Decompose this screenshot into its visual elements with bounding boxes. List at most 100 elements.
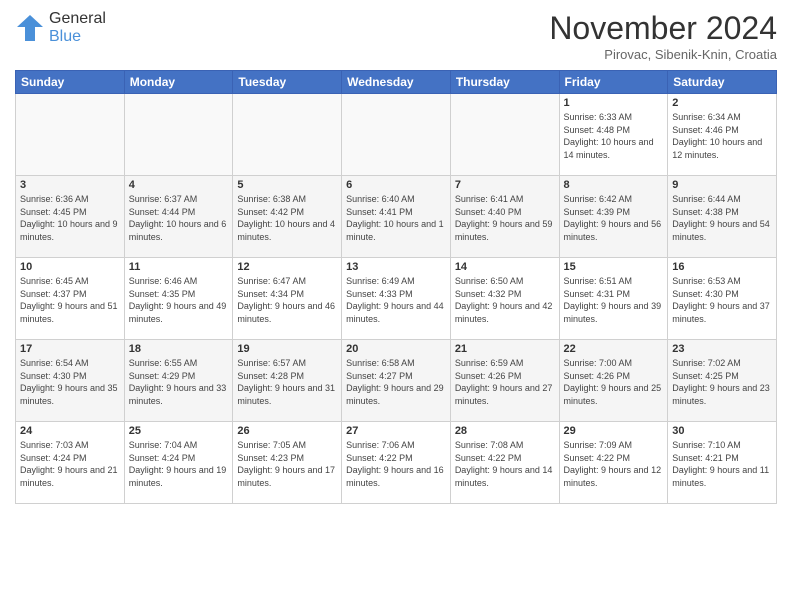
day-number: 3 bbox=[20, 179, 120, 191]
page-container: General Blue November 2024 Pirovac, Sibe… bbox=[0, 0, 792, 612]
calendar-cell-3-2: 19 Sunrise: 6:57 AM Sunset: 4:28 PM Dayli… bbox=[233, 340, 342, 422]
day-info: Sunrise: 6:44 AM Sunset: 4:38 PM Dayligh… bbox=[672, 193, 772, 243]
calendar-cell-1-3: 6 Sunrise: 6:40 AM Sunset: 4:41 PM Daylig… bbox=[342, 176, 451, 258]
week-row-0: 1 Sunrise: 6:33 AM Sunset: 4:48 PM Daylig… bbox=[16, 94, 777, 176]
location: Pirovac, Sibenik-Knin, Croatia bbox=[549, 47, 777, 62]
calendar-cell-1-6: 9 Sunrise: 6:44 AM Sunset: 4:38 PM Daylig… bbox=[668, 176, 777, 258]
day-number: 25 bbox=[129, 425, 229, 437]
day-info: Sunrise: 7:05 AM Sunset: 4:23 PM Dayligh… bbox=[237, 439, 337, 489]
calendar-cell-3-4: 21 Sunrise: 6:59 AM Sunset: 4:26 PM Dayli… bbox=[450, 340, 559, 422]
day-info: Sunrise: 6:58 AM Sunset: 4:27 PM Dayligh… bbox=[346, 357, 446, 407]
logo-icon bbox=[15, 13, 45, 43]
calendar-cell-2-1: 11 Sunrise: 6:46 AM Sunset: 4:35 PM Dayli… bbox=[124, 258, 233, 340]
header-thursday: Thursday bbox=[450, 71, 559, 94]
day-info: Sunrise: 7:06 AM Sunset: 4:22 PM Dayligh… bbox=[346, 439, 446, 489]
day-number: 13 bbox=[346, 261, 446, 273]
header-saturday: Saturday bbox=[668, 71, 777, 94]
day-number: 8 bbox=[564, 179, 664, 191]
calendar-cell-4-1: 25 Sunrise: 7:04 AM Sunset: 4:24 PM Dayli… bbox=[124, 422, 233, 504]
day-number: 7 bbox=[455, 179, 555, 191]
week-row-3: 17 Sunrise: 6:54 AM Sunset: 4:30 PM Dayli… bbox=[16, 340, 777, 422]
day-info: Sunrise: 6:54 AM Sunset: 4:30 PM Dayligh… bbox=[20, 357, 120, 407]
day-number: 27 bbox=[346, 425, 446, 437]
day-number: 17 bbox=[20, 343, 120, 355]
day-number: 5 bbox=[237, 179, 337, 191]
day-number: 2 bbox=[672, 97, 772, 109]
day-info: Sunrise: 6:49 AM Sunset: 4:33 PM Dayligh… bbox=[346, 275, 446, 325]
calendar-cell-2-3: 13 Sunrise: 6:49 AM Sunset: 4:33 PM Dayli… bbox=[342, 258, 451, 340]
calendar-cell-2-0: 10Sunrise: 6:45 AM Sunset: 4:37 PM Dayli… bbox=[16, 258, 125, 340]
day-info: Sunrise: 6:36 AM Sunset: 4:45 PM Dayligh… bbox=[20, 193, 120, 243]
day-info: Sunrise: 7:02 AM Sunset: 4:25 PM Dayligh… bbox=[672, 357, 772, 407]
day-number: 19 bbox=[237, 343, 337, 355]
calendar-cell-1-2: 5 Sunrise: 6:38 AM Sunset: 4:42 PM Daylig… bbox=[233, 176, 342, 258]
calendar-header-row: SundayMondayTuesdayWednesdayThursdayFrid… bbox=[16, 71, 777, 94]
calendar-cell-4-3: 27 Sunrise: 7:06 AM Sunset: 4:22 PM Dayli… bbox=[342, 422, 451, 504]
calendar-cell-3-5: 22Sunrise: 7:00 AM Sunset: 4:26 PM Dayli… bbox=[559, 340, 668, 422]
day-number: 18 bbox=[129, 343, 229, 355]
calendar-cell-4-4: 28Sunrise: 7:08 AM Sunset: 4:22 PM Dayli… bbox=[450, 422, 559, 504]
logo-blue-text: Blue bbox=[49, 28, 81, 45]
day-number: 14 bbox=[455, 261, 555, 273]
calendar-cell-3-0: 17 Sunrise: 6:54 AM Sunset: 4:30 PM Dayli… bbox=[16, 340, 125, 422]
day-info: Sunrise: 6:59 AM Sunset: 4:26 PM Dayligh… bbox=[455, 357, 555, 407]
calendar-header: SundayMondayTuesdayWednesdayThursdayFrid… bbox=[16, 71, 777, 94]
calendar-cell-4-2: 26 Sunrise: 7:05 AM Sunset: 4:23 PM Dayli… bbox=[233, 422, 342, 504]
day-info: Sunrise: 6:40 AM Sunset: 4:41 PM Dayligh… bbox=[346, 193, 446, 243]
day-info: Sunrise: 6:42 AM Sunset: 4:39 PM Dayligh… bbox=[564, 193, 664, 243]
header-monday: Monday bbox=[124, 71, 233, 94]
day-number: 20 bbox=[346, 343, 446, 355]
day-number: 9 bbox=[672, 179, 772, 191]
day-number: 12 bbox=[237, 261, 337, 273]
day-info: Sunrise: 6:38 AM Sunset: 4:42 PM Dayligh… bbox=[237, 193, 337, 243]
day-info: Sunrise: 7:04 AM Sunset: 4:24 PM Dayligh… bbox=[129, 439, 229, 489]
day-number: 29 bbox=[564, 425, 664, 437]
month-title: November 2024 bbox=[549, 10, 777, 47]
day-number: 1 bbox=[564, 97, 664, 109]
calendar-cell-2-2: 12 Sunrise: 6:47 AM Sunset: 4:34 PM Dayli… bbox=[233, 258, 342, 340]
day-info: Sunrise: 6:53 AM Sunset: 4:30 PM Dayligh… bbox=[672, 275, 772, 325]
day-info: Sunrise: 7:03 AM Sunset: 4:24 PM Dayligh… bbox=[20, 439, 120, 489]
day-info: Sunrise: 6:34 AM Sunset: 4:46 PM Dayligh… bbox=[672, 111, 772, 161]
calendar-cell-3-3: 20 Sunrise: 6:58 AM Sunset: 4:27 PM Dayli… bbox=[342, 340, 451, 422]
calendar-body: 1 Sunrise: 6:33 AM Sunset: 4:48 PM Daylig… bbox=[16, 94, 777, 504]
calendar-cell-0-1 bbox=[124, 94, 233, 176]
day-info: Sunrise: 6:55 AM Sunset: 4:29 PM Dayligh… bbox=[129, 357, 229, 407]
day-info: Sunrise: 6:50 AM Sunset: 4:32 PM Dayligh… bbox=[455, 275, 555, 325]
day-info: Sunrise: 7:00 AM Sunset: 4:26 PM Dayligh… bbox=[564, 357, 664, 407]
day-number: 6 bbox=[346, 179, 446, 191]
calendar-cell-4-0: 24 Sunrise: 7:03 AM Sunset: 4:24 PM Dayli… bbox=[16, 422, 125, 504]
day-number: 21 bbox=[455, 343, 555, 355]
calendar-cell-2-4: 14 Sunrise: 6:50 AM Sunset: 4:32 PM Dayli… bbox=[450, 258, 559, 340]
day-info: Sunrise: 6:33 AM Sunset: 4:48 PM Dayligh… bbox=[564, 111, 664, 161]
week-row-2: 10Sunrise: 6:45 AM Sunset: 4:37 PM Dayli… bbox=[16, 258, 777, 340]
calendar-cell-0-3 bbox=[342, 94, 451, 176]
day-info: Sunrise: 6:45 AM Sunset: 4:37 PM Dayligh… bbox=[20, 275, 120, 325]
logo-text: General Blue bbox=[49, 10, 106, 46]
calendar-cell-0-4 bbox=[450, 94, 559, 176]
calendar-cell-0-5: 1 Sunrise: 6:33 AM Sunset: 4:48 PM Daylig… bbox=[559, 94, 668, 176]
calendar-cell-2-5: 15Sunrise: 6:51 AM Sunset: 4:31 PM Dayli… bbox=[559, 258, 668, 340]
calendar-cell-1-4: 7Sunrise: 6:41 AM Sunset: 4:40 PM Daylig… bbox=[450, 176, 559, 258]
day-info: Sunrise: 6:47 AM Sunset: 4:34 PM Dayligh… bbox=[237, 275, 337, 325]
header-sunday: Sunday bbox=[16, 71, 125, 94]
day-number: 11 bbox=[129, 261, 229, 273]
day-number: 26 bbox=[237, 425, 337, 437]
day-info: Sunrise: 7:09 AM Sunset: 4:22 PM Dayligh… bbox=[564, 439, 664, 489]
day-info: Sunrise: 7:10 AM Sunset: 4:21 PM Dayligh… bbox=[672, 439, 772, 489]
calendar-cell-0-2 bbox=[233, 94, 342, 176]
calendar-cell-4-6: 30 Sunrise: 7:10 AM Sunset: 4:21 PM Dayli… bbox=[668, 422, 777, 504]
day-info: Sunrise: 6:46 AM Sunset: 4:35 PM Dayligh… bbox=[129, 275, 229, 325]
calendar-cell-0-6: 2 Sunrise: 6:34 AM Sunset: 4:46 PM Daylig… bbox=[668, 94, 777, 176]
day-info: Sunrise: 6:37 AM Sunset: 4:44 PM Dayligh… bbox=[129, 193, 229, 243]
header-wednesday: Wednesday bbox=[342, 71, 451, 94]
day-number: 24 bbox=[20, 425, 120, 437]
day-info: Sunrise: 6:57 AM Sunset: 4:28 PM Dayligh… bbox=[237, 357, 337, 407]
day-number: 30 bbox=[672, 425, 772, 437]
calendar-cell-1-1: 4Sunrise: 6:37 AM Sunset: 4:44 PM Daylig… bbox=[124, 176, 233, 258]
day-number: 28 bbox=[455, 425, 555, 437]
day-number: 15 bbox=[564, 261, 664, 273]
day-number: 16 bbox=[672, 261, 772, 273]
logo-general-text: General bbox=[49, 10, 106, 27]
header-tuesday: Tuesday bbox=[233, 71, 342, 94]
